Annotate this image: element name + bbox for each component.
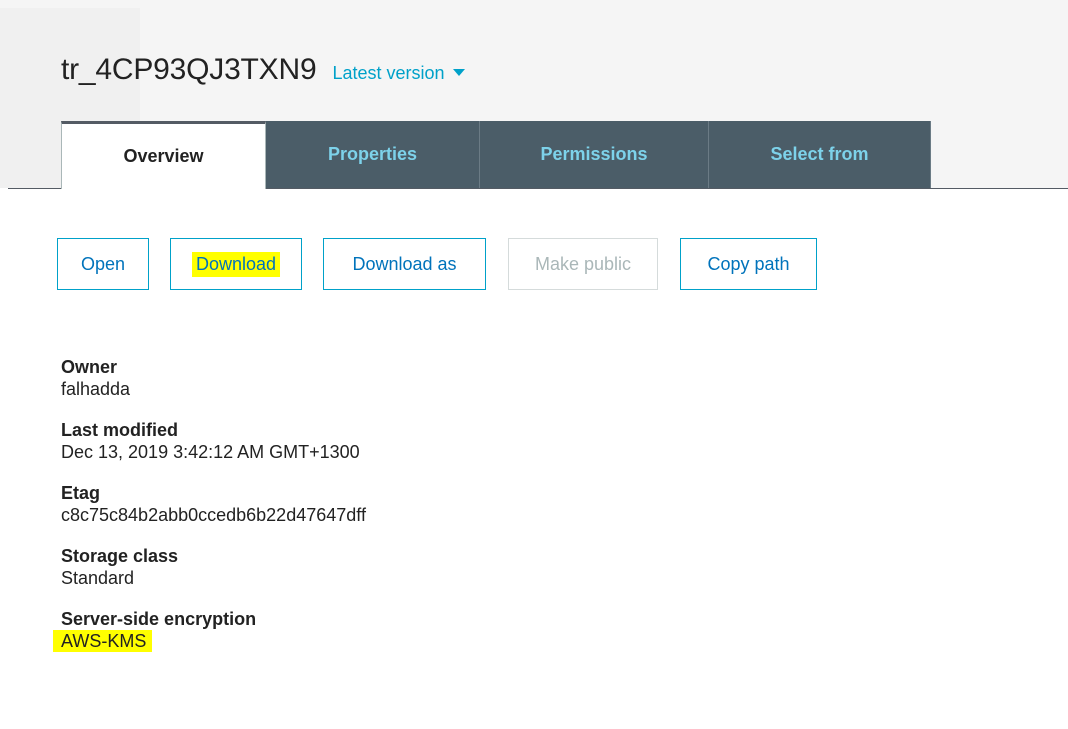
tab-select-from[interactable]: Select from	[709, 121, 931, 188]
page-title: tr_4CP93QJ3TXN9	[61, 53, 317, 86]
object-details: Owner falhadda Last modified Dec 13, 201…	[53, 356, 366, 671]
copy-path-button[interactable]: Copy path	[680, 238, 817, 290]
download-as-button[interactable]: Download as	[323, 238, 486, 290]
tab-label: Permissions	[540, 144, 648, 164]
tab-label: Select from	[770, 144, 869, 164]
storage-class-value: Standard	[61, 568, 135, 588]
tab-bar: Overview Properties Permissions Select f…	[61, 121, 931, 189]
download-button[interactable]: Download	[170, 238, 302, 290]
version-dropdown[interactable]: Latest version	[332, 63, 465, 84]
owner-value: falhadda	[61, 379, 131, 399]
make-public-button[interactable]: Make public	[508, 238, 658, 290]
last-modified-value: Dec 13, 2019 3:42:12 AM GMT+1300	[61, 442, 360, 462]
etag-label: Etag	[61, 483, 101, 503]
tab-overview[interactable]: Overview	[61, 121, 266, 189]
storage-class-label: Storage class	[61, 546, 179, 566]
owner-label: Owner	[61, 357, 118, 377]
encryption-value: AWS-KMS	[53, 630, 153, 652]
version-label: Latest version	[332, 63, 445, 83]
copy-path-button-label: Copy path	[707, 253, 790, 274]
encryption-label: Server-side encryption	[61, 609, 257, 629]
tab-permissions[interactable]: Permissions	[480, 121, 709, 188]
detail-owner: Owner falhadda	[61, 356, 366, 400]
action-bar: Open Download Download as Make public Co…	[57, 238, 817, 290]
etag-value: c8c75c84b2abb0ccedb6b22d47647dff	[61, 505, 366, 525]
last-modified-label: Last modified	[61, 420, 179, 440]
tab-label: Properties	[327, 144, 418, 164]
open-button-label: Open	[80, 253, 126, 274]
open-button[interactable]: Open	[57, 238, 149, 290]
chevron-down-icon	[452, 69, 465, 76]
detail-storage-class: Storage class Standard	[61, 545, 366, 589]
tab-properties[interactable]: Properties	[266, 121, 480, 188]
title-row: tr_4CP93QJ3TXN9 Latest version	[61, 53, 465, 87]
detail-etag: Etag c8c75c84b2abb0ccedb6b22d47647dff	[61, 482, 366, 526]
tab-label: Overview	[123, 146, 204, 166]
detail-encryption: Server-side encryption AWS-KMS	[53, 608, 366, 652]
make-public-button-label: Make public	[534, 253, 632, 274]
detail-last-modified: Last modified Dec 13, 2019 3:42:12 AM GM…	[61, 419, 366, 463]
download-as-button-label: Download as	[352, 253, 457, 274]
download-button-label: Download	[191, 251, 281, 277]
